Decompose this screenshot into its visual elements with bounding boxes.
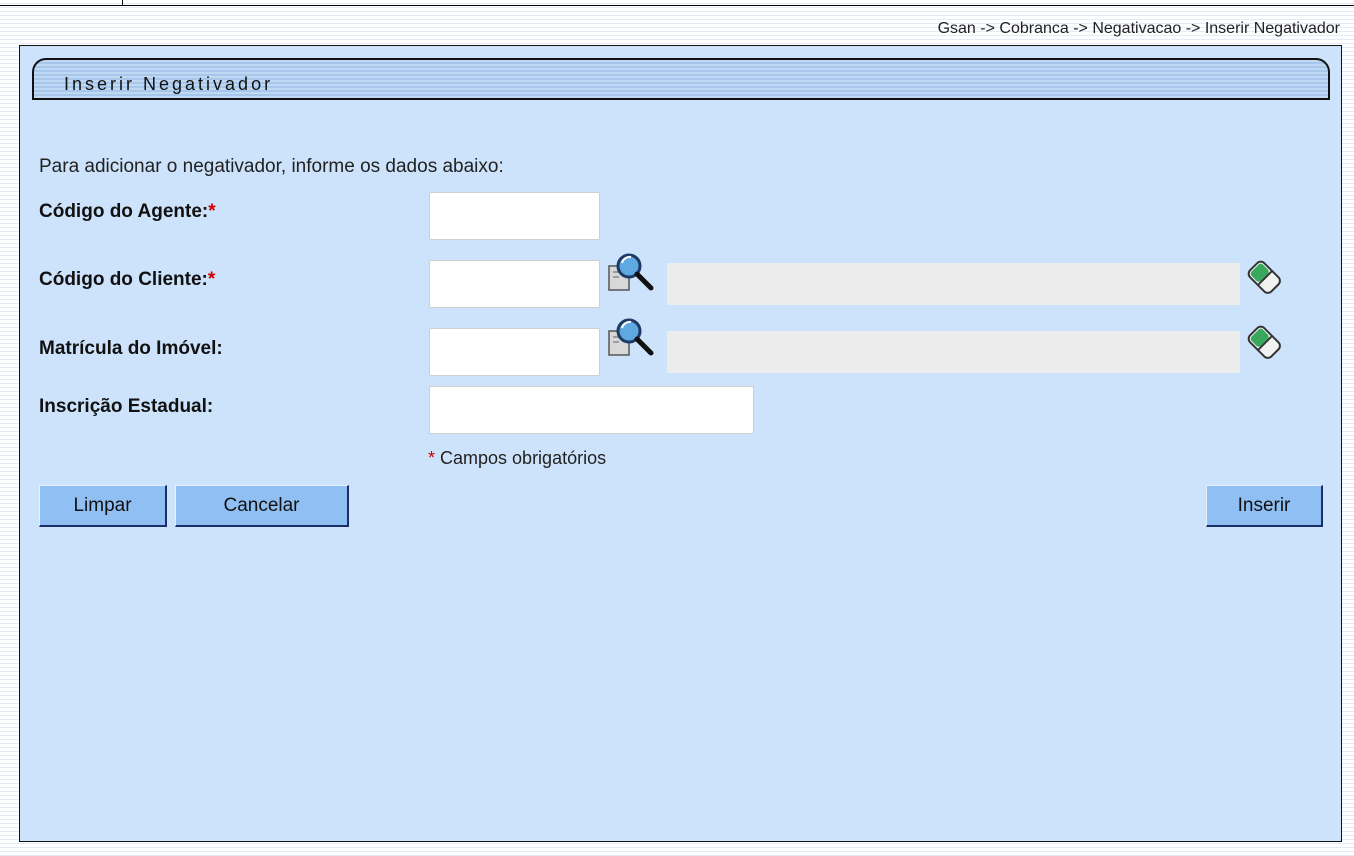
magnifier-search-icon[interactable] (607, 252, 661, 294)
agent-code-label-text: Código do Agente: (39, 201, 209, 222)
state-registration-label: Inscrição Estadual: (39, 396, 213, 418)
property-registration-label: Matrícula do Imóvel: (39, 338, 223, 360)
clear-button[interactable]: Limpar (39, 485, 167, 527)
required-fields-note: * Campos obrigatórios (428, 448, 606, 469)
client-code-label-text: Código do Cliente: (39, 269, 208, 290)
required-mark: * (208, 201, 216, 222)
form-panel: Inserir Negativador Para adicionar o neg… (19, 45, 1342, 842)
state-registration-input[interactable] (429, 386, 754, 434)
property-registration-input[interactable] (429, 328, 600, 376)
top-rule (0, 5, 1354, 6)
form-instruction: Para adicionar o negativador, informe os… (39, 156, 504, 177)
required-mark: * (207, 269, 216, 290)
required-fields-text: Campos obrigatórios (435, 448, 607, 468)
panel-header: Inserir Negativador (32, 58, 1330, 100)
client-name-display (667, 263, 1240, 305)
page-title: Inserir Negativador (64, 74, 274, 94)
top-rule-tick (122, 0, 123, 6)
state-registration-label-text: Inscrição Estadual: (39, 396, 214, 417)
property-name-display (667, 331, 1240, 373)
client-code-label: Código do Cliente:* (39, 269, 215, 291)
agent-code-input[interactable] (429, 192, 600, 240)
eraser-icon[interactable] (1247, 258, 1283, 298)
breadcrumb: Gsan -> Cobranca -> Negativacao -> Inser… (937, 20, 1340, 37)
magnifier-search-icon[interactable] (607, 317, 661, 359)
client-code-input[interactable] (429, 260, 600, 308)
property-registration-label-text: Matrícula do Imóvel: (39, 338, 223, 359)
insert-button[interactable]: Inserir (1206, 485, 1323, 527)
cancel-button[interactable]: Cancelar (175, 485, 349, 527)
required-mark: * (428, 448, 436, 468)
agent-code-label: Código do Agente:* (39, 201, 216, 223)
eraser-icon[interactable] (1247, 323, 1283, 363)
